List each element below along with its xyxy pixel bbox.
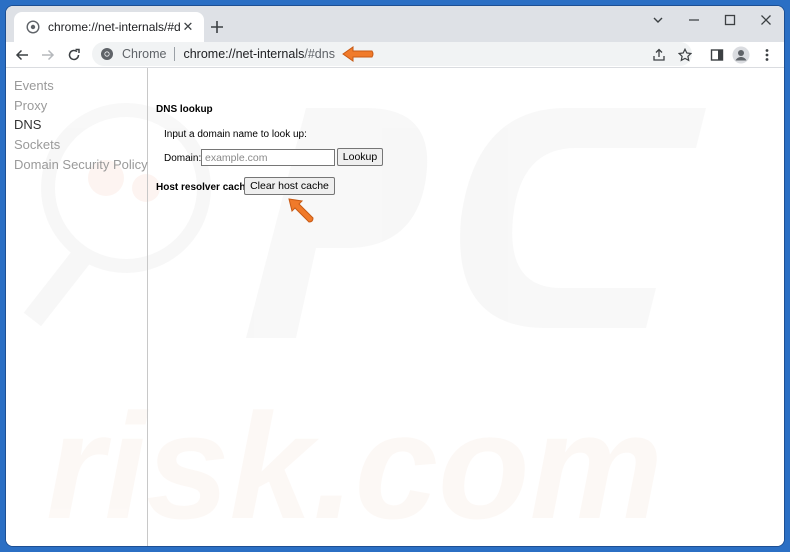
sidebar-item-proxy[interactable]: Proxy xyxy=(14,98,47,113)
minimize-icon[interactable] xyxy=(676,6,712,34)
forward-icon[interactable] xyxy=(36,43,60,67)
sidebar-item-domain-security-policy[interactable]: Domain Security Policy xyxy=(14,157,148,172)
dns-lookup-prompt: Input a domain name to look up: xyxy=(164,129,307,140)
tab-search-icon[interactable] xyxy=(640,6,676,34)
profile-avatar-icon[interactable] xyxy=(730,44,752,66)
annotation-arrow-icon xyxy=(288,198,314,223)
sidebar-item-dns[interactable]: DNS xyxy=(14,117,41,132)
omnibox-chrome-label: Chrome xyxy=(122,47,167,61)
bookmark-star-icon[interactable] xyxy=(674,44,696,66)
omnibox-separator xyxy=(174,47,176,61)
domain-label: Domain: xyxy=(164,153,202,164)
chrome-logo-icon xyxy=(100,47,114,61)
page-content: risk.com Events Proxy DNS Sockets Domain… xyxy=(6,68,784,546)
clear-host-cache-button[interactable]: Clear host cache xyxy=(244,177,335,195)
plus-icon xyxy=(211,21,223,33)
domain-input[interactable] xyxy=(201,149,335,166)
url-host: chrome://net-internals xyxy=(183,47,305,61)
globe-icon xyxy=(26,20,40,34)
new-tab-button[interactable] xyxy=(206,16,228,38)
sidebar-item-events[interactable]: Events xyxy=(14,78,54,93)
dns-lookup-heading: DNS lookup xyxy=(156,104,213,115)
kebab-menu-icon[interactable] xyxy=(756,44,778,66)
tab-title: chrome://net-internals/#dns xyxy=(48,20,180,34)
maximize-icon[interactable] xyxy=(712,6,748,34)
toolbar: Chrome chrome://net-internals/#dns xyxy=(6,42,784,68)
back-icon[interactable] xyxy=(10,43,34,67)
annotation-arrow-icon xyxy=(342,46,374,62)
tab-strip: chrome://net-internals/#dns ✕ xyxy=(6,6,784,42)
lookup-button[interactable]: Lookup xyxy=(337,148,383,166)
reload-icon[interactable] xyxy=(62,43,86,67)
sidebar: Events Proxy DNS Sockets Domain Security… xyxy=(6,68,148,546)
close-tab-icon[interactable]: ✕ xyxy=(180,19,196,35)
browser-window: chrome://net-internals/#dns ✕ Chrome chr… xyxy=(6,6,784,546)
side-panel-icon[interactable] xyxy=(706,44,728,66)
host-resolver-cache-heading: Host resolver cache xyxy=(156,182,252,193)
active-tab[interactable]: chrome://net-internals/#dns ✕ xyxy=(14,12,204,42)
close-window-icon[interactable] xyxy=(748,6,784,34)
share-icon[interactable] xyxy=(648,44,670,66)
sidebar-item-sockets[interactable]: Sockets xyxy=(14,137,60,152)
omnibox-url: chrome://net-internals/#dns xyxy=(183,47,334,61)
url-hash: /#dns xyxy=(304,47,335,61)
address-bar[interactable]: Chrome chrome://net-internals/#dns xyxy=(92,42,692,66)
